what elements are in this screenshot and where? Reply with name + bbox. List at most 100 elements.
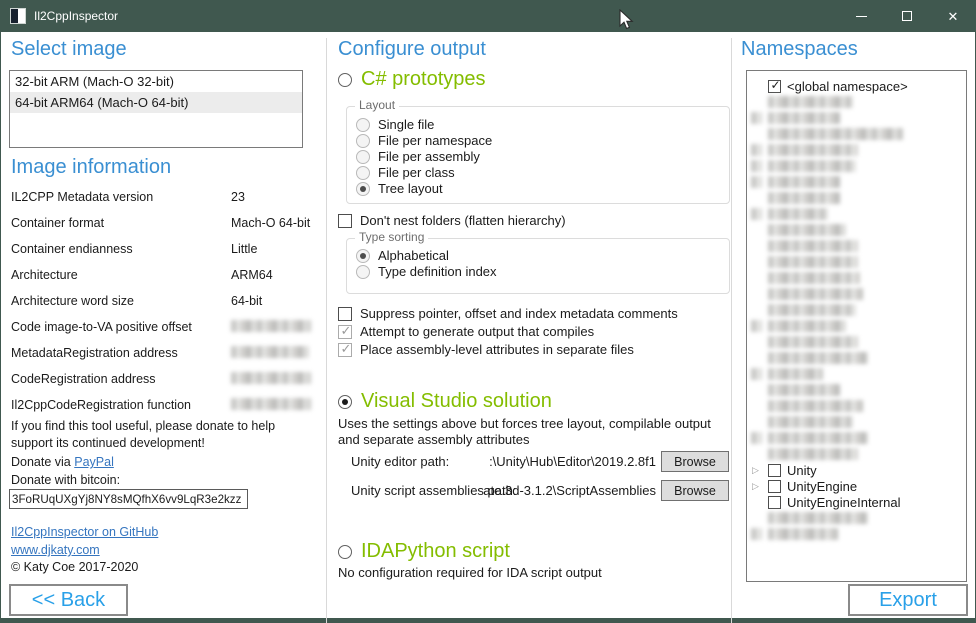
file-per-assembly-radio[interactable] — [356, 150, 370, 164]
compilable-output-checkbox[interactable]: ✓ — [338, 325, 352, 339]
type-definition-index-radio[interactable] — [356, 265, 370, 279]
visual-studio-option[interactable]: Visual Studio solution — [338, 390, 552, 413]
namespace-item-redacted[interactable] — [747, 302, 966, 318]
single-file-radio[interactable] — [356, 118, 370, 132]
expander-icon[interactable]: ▷ — [752, 465, 762, 475]
namespace-checkbox[interactable] — [768, 480, 781, 493]
expander-icon[interactable]: ▷ — [752, 481, 762, 491]
namespace-item-redacted[interactable] — [747, 430, 966, 446]
namespace-item[interactable]: ▷ UnityEngine — [747, 478, 966, 494]
namespace-item-redacted[interactable] — [747, 382, 966, 398]
namespace-item-redacted[interactable] — [747, 526, 966, 542]
flatten-hierarchy-option[interactable]: Don't nest folders (flatten hierarchy) — [338, 213, 566, 228]
image-listbox[interactable]: 32-bit ARM (Mach-O 32-bit)64-bit ARM64 (… — [9, 70, 303, 148]
namespace-item-redacted[interactable] — [747, 446, 966, 462]
namespace-item-redacted[interactable] — [747, 334, 966, 350]
sorting-option-type-definition-index[interactable]: Type definition index — [356, 264, 497, 279]
namespace-item-redacted[interactable] — [747, 94, 966, 110]
redacted-value — [231, 372, 311, 384]
namespace-item-redacted[interactable] — [747, 254, 966, 270]
paypal-link[interactable]: PayPal — [74, 455, 114, 469]
namespace-item-redacted[interactable] — [747, 350, 966, 366]
namespace-item[interactable]: UnityEngineInternal — [747, 494, 966, 510]
sorting-option-alphabetical[interactable]: Alphabetical — [356, 248, 449, 263]
csharp-prototypes-radio[interactable] — [338, 73, 352, 87]
namespace-label: UnityEngine — [787, 479, 857, 494]
namespace-item-redacted[interactable] — [747, 206, 966, 222]
csharp-prototypes-option[interactable]: C# prototypes — [338, 68, 486, 91]
idapython-option[interactable]: IDAPython script — [338, 540, 510, 563]
layout-option-single-file[interactable]: Single file — [356, 117, 434, 132]
export-button[interactable]: Export — [848, 584, 968, 616]
info-row: Il2CppCodeRegistration function — [11, 398, 311, 412]
namespace-item-redacted[interactable] — [747, 142, 966, 158]
namespace-item-redacted[interactable] — [747, 414, 966, 430]
namespace-item-redacted[interactable] — [747, 510, 966, 526]
namespace-item[interactable]: ✓<global namespace> — [747, 78, 966, 94]
layout-option-tree-layout[interactable]: Tree layout — [356, 181, 443, 196]
namespace-checkbox[interactable]: ✓ — [768, 80, 781, 93]
redacted-expander — [751, 176, 762, 188]
minimize-button[interactable] — [838, 0, 884, 32]
close-button[interactable]: ✕ — [930, 0, 976, 32]
browse-assemblies-button[interactable]: Browse — [661, 480, 729, 501]
github-link[interactable]: Il2CppInspector on GitHub — [11, 525, 158, 539]
flatten-hierarchy-label: Don't nest folders (flatten hierarchy) — [360, 213, 566, 228]
namespace-item[interactable]: ▷Unity — [747, 462, 966, 478]
separate-attributes-option[interactable]: ✓ Place assembly-level attributes in sep… — [338, 342, 634, 357]
compilable-output-option[interactable]: ✓ Attempt to generate output that compil… — [338, 324, 594, 339]
namespace-item-redacted[interactable] — [747, 366, 966, 382]
namespace-item-redacted[interactable] — [747, 398, 966, 414]
separate-attributes-checkbox[interactable]: ✓ — [338, 343, 352, 357]
bitcoin-address-input[interactable] — [9, 489, 248, 509]
unity-editor-path-value[interactable]: :\Unity\Hub\Editor\2019.2.8f1 — [456, 453, 656, 470]
namespace-checkbox[interactable] — [768, 464, 781, 477]
visual-studio-radio[interactable] — [338, 395, 352, 409]
namespace-item-redacted[interactable] — [747, 286, 966, 302]
idapython-radio[interactable] — [338, 545, 352, 559]
redacted-namespace — [768, 336, 858, 348]
alphabetical-radio[interactable] — [356, 249, 370, 263]
redacted-namespace — [768, 176, 840, 188]
browse-editor-button[interactable]: Browse — [661, 451, 729, 472]
info-label: Container format — [11, 216, 231, 230]
image-list-item[interactable]: 64-bit ARM64 (Mach-O 64-bit) — [10, 92, 302, 113]
namespace-item-redacted[interactable] — [747, 110, 966, 126]
file-per-namespace-radio[interactable] — [356, 134, 370, 148]
namespace-item-redacted[interactable] — [747, 270, 966, 286]
maximize-button[interactable] — [884, 0, 930, 32]
suppress-comments-checkbox[interactable] — [338, 307, 352, 321]
suppress-comments-option[interactable]: Suppress pointer, offset and index metad… — [338, 306, 678, 321]
donate-bitcoin-label: Donate with bitcoin: — [11, 472, 120, 489]
file-per-class-radio[interactable] — [356, 166, 370, 180]
layout-option-file-per-class[interactable]: File per class — [356, 165, 455, 180]
back-button[interactable]: << Back — [9, 584, 128, 616]
redacted-expander — [751, 112, 762, 124]
minimize-icon — [856, 16, 867, 17]
layout-option-file-per-namespace[interactable]: File per namespace — [356, 133, 492, 148]
check-icon: ✓ — [339, 343, 353, 355]
flatten-hierarchy-checkbox[interactable] — [338, 214, 352, 228]
tree-layout-radio[interactable] — [356, 182, 370, 196]
compilable-output-label: Attempt to generate output that compiles — [360, 324, 594, 339]
namespace-item-redacted[interactable] — [747, 318, 966, 334]
namespace-label: UnityEngineInternal — [787, 495, 900, 510]
namespace-item-redacted[interactable] — [747, 190, 966, 206]
image-list-item[interactable]: 32-bit ARM (Mach-O 32-bit) — [10, 71, 302, 92]
layout-option-file-per-assembly[interactable]: File per assembly — [356, 149, 480, 164]
unity-assemblies-path-value[interactable]: ate.3d-3.1.2\ScriptAssemblies — [456, 482, 656, 499]
namespaces-tree[interactable]: ✓<global namespace>▷Unity▷UnityEngineUni… — [746, 70, 967, 582]
window-content: Select image 32-bit ARM (Mach-O 32-bit)6… — [1, 32, 975, 618]
namespace-item-redacted[interactable] — [747, 222, 966, 238]
namespace-item-redacted[interactable] — [747, 158, 966, 174]
check-icon: ✓ — [339, 325, 353, 337]
namespace-item-redacted[interactable] — [747, 238, 966, 254]
info-row: Architecture word size64-bit — [11, 294, 311, 308]
namespace-checkbox[interactable] — [768, 496, 781, 509]
namespace-item-redacted[interactable] — [747, 126, 966, 142]
namespace-item-redacted[interactable] — [747, 174, 966, 190]
redacted-namespace — [768, 304, 856, 316]
website-link[interactable]: www.djkaty.com — [11, 543, 100, 557]
file-per-assembly-label: File per assembly — [378, 149, 480, 164]
divider-middle-right — [731, 38, 732, 623]
